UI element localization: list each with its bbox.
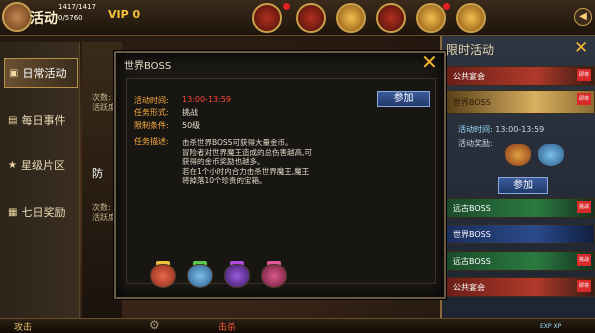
panel-title: 限时活动: [446, 43, 495, 57]
notification-dot: [443, 3, 450, 10]
treasure-bag-purple-icon[interactable]: [224, 264, 250, 288]
vip-badge[interactable]: VIP 0: [108, 8, 140, 21]
treasure-bag-blue-icon[interactable]: [187, 264, 213, 288]
description-line: 击杀世界BOSS可获得大量金币。: [182, 138, 293, 147]
close-icon[interactable]: ✕: [574, 40, 588, 57]
calendar-icon: ▣: [9, 67, 19, 79]
activity-row-selected[interactable]: 世界BOSS 即将: [446, 90, 595, 114]
join-button[interactable]: 参加: [377, 91, 430, 107]
exp-label: EXP XP: [540, 323, 561, 330]
field-value: 挑战: [182, 108, 198, 117]
activity-row[interactable]: 远古BOSS 挑战: [446, 198, 595, 218]
vip-label: VIP: [108, 8, 129, 21]
modal-title: 世界BOSS: [124, 61, 172, 72]
tab-daily-activity[interactable]: ▣ 日常活动: [4, 58, 78, 88]
player-avatar[interactable]: [2, 2, 32, 32]
treasure-bag-red-icon[interactable]: [150, 264, 176, 288]
background-text: 活跃度: [92, 213, 116, 222]
tab-label: 每日事件: [21, 114, 66, 127]
expand-arrow-icon[interactable]: ◀: [574, 8, 592, 26]
tab-label: 星级片区: [20, 159, 65, 172]
gear-icon[interactable]: ⚙: [149, 318, 160, 332]
activity-name: 世界BOSS: [453, 97, 491, 107]
reward-bag-icon[interactable]: [538, 144, 564, 166]
activity-time: 活动时间: 13:00-13:59: [458, 124, 544, 135]
bottom-label: 击杀: [218, 323, 237, 333]
activity-badge: 挑战: [577, 254, 591, 266]
field-value: 50级: [182, 121, 201, 130]
activity-name: 公共宴会: [453, 282, 485, 292]
activity-row[interactable]: 远古BOSS 挑战: [446, 251, 595, 271]
star-icon: ★: [8, 159, 17, 171]
field-label: 活动时间:: [134, 96, 169, 105]
treasure-icon[interactable]: [336, 3, 366, 33]
activity-badge: 挑战: [577, 201, 591, 213]
reward-icon[interactable]: [456, 3, 486, 33]
tab-label: 七日奖励: [21, 206, 66, 219]
tab-label: 日常活动: [22, 67, 67, 80]
notification-dot: [283, 3, 290, 10]
description-line: 冒险者对世界魔王造成的总伤害越高,可获得的金币奖励也越多。: [182, 147, 312, 167]
hud-title: 活动: [30, 11, 58, 27]
activity-badge: 即将: [577, 93, 591, 105]
field-label: 任务描述:: [134, 137, 169, 146]
hp-text: 1417/1417: [58, 3, 96, 11]
mp-text: 0/5760: [58, 14, 83, 22]
event-icon[interactable]: [296, 3, 326, 33]
activity-row[interactable]: 公共宴会 即将: [446, 277, 595, 297]
treasure-bag-pink-icon[interactable]: [261, 264, 287, 288]
field-value: 13:00-13:59: [182, 95, 231, 104]
activity-badge: 即将: [577, 69, 591, 81]
book-icon: ▤: [8, 114, 18, 126]
tab-star-zone[interactable]: ★ 星级片区: [4, 150, 78, 180]
field-label: 任务形式:: [134, 108, 169, 117]
exp-text: EXP: [540, 323, 552, 330]
time-label: 活动时间:: [458, 125, 493, 134]
background-text: 活跃度: [92, 103, 116, 112]
activity-row[interactable]: 世界BOSS: [446, 224, 595, 244]
boss-icon[interactable]: [252, 3, 282, 33]
activity-badge: 即将: [577, 280, 591, 292]
activity-name: 远古BOSS: [453, 203, 491, 213]
description-line: 若在1个小时内合力击杀世界魔王,魔王将掉落10个珍贵的宝箱。: [182, 166, 310, 186]
join-button[interactable]: 参加: [498, 177, 548, 194]
background-text: 防: [92, 167, 103, 180]
tab-seven-day-reward[interactable]: ▦ 七日奖励: [4, 197, 78, 227]
time-value: 13:00-13:59: [495, 125, 545, 134]
task-description: 击杀世界BOSS可获得大量金币。 冒险者对世界魔王造成的总伤害越高,可获得的金币…: [182, 138, 312, 186]
reward-bag-icon[interactable]: [505, 144, 531, 166]
field-label: 限制条件:: [134, 121, 169, 130]
activity-name: 世界BOSS: [453, 229, 491, 239]
vip-level: 0: [132, 8, 141, 21]
tab-daily-event[interactable]: ▤ 每日事件: [4, 105, 78, 135]
reward-label: 活动奖励:: [458, 139, 493, 148]
xp-text: XP: [553, 323, 562, 330]
gift-icon[interactable]: [376, 3, 406, 33]
close-icon[interactable]: ✕: [421, 52, 438, 72]
activity-row[interactable]: 公共宴会 即将: [446, 66, 595, 86]
activity-name: 远古BOSS: [453, 256, 491, 266]
bottom-label: 攻击: [14, 323, 33, 333]
gift-icon: ▦: [8, 206, 18, 218]
activity-name: 公共宴会: [453, 71, 485, 81]
gold-icon[interactable]: [416, 3, 446, 33]
bottom-hud: [0, 318, 595, 333]
